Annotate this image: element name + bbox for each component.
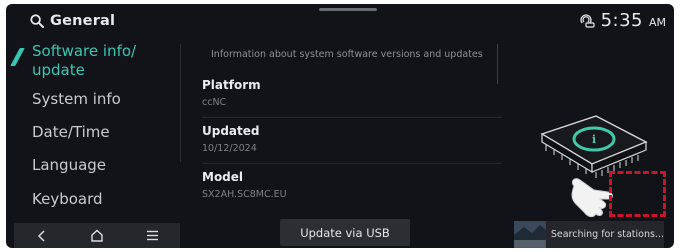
top-drag-handle[interactable] xyxy=(319,8,377,11)
platform-label: Platform xyxy=(202,78,261,92)
clock-time: 5:35 xyxy=(600,10,643,31)
back-icon xyxy=(37,229,45,242)
touch-target-highlight xyxy=(609,171,666,217)
sidebar-item-language[interactable]: Language xyxy=(32,156,106,175)
updated-label: Updated xyxy=(202,124,260,138)
row-divider xyxy=(202,163,502,164)
active-item-marker xyxy=(10,48,25,66)
sidebar-item-label: update xyxy=(32,61,85,79)
row-divider xyxy=(202,117,502,118)
svg-text:i: i xyxy=(592,133,596,146)
info-description: Information about system software versio… xyxy=(211,49,483,60)
model-label: Model xyxy=(202,170,244,184)
page-title: General xyxy=(50,13,116,29)
sidebar-item-software-info[interactable]: Software info/ update xyxy=(32,42,136,80)
header-search[interactable]: General xyxy=(30,13,115,29)
radio-thumbnail xyxy=(514,221,546,248)
radio-status: Searching for stations... xyxy=(550,229,664,240)
menu-button[interactable] xyxy=(137,225,167,247)
sidebar-item-date-time[interactable]: Date/Time xyxy=(32,123,110,142)
platform-value: ccNC xyxy=(202,97,227,108)
sidebar-item-system-info[interactable]: System info xyxy=(32,90,121,109)
home-button[interactable] xyxy=(82,225,112,247)
sidebar-item-label: Software info/ xyxy=(32,42,137,60)
clock-ampm: AM xyxy=(648,16,666,29)
sidebar-item-keyboard[interactable]: Keyboard xyxy=(32,190,103,209)
screen: General 5:35 AM Software info/ update Sy… xyxy=(6,4,674,248)
model-value: SX2AH.SC8MC.EU xyxy=(202,189,287,200)
sidebar-divider xyxy=(180,44,181,162)
menu-icon xyxy=(146,230,158,241)
back-button[interactable] xyxy=(27,225,57,247)
connected-car-icon xyxy=(579,13,595,28)
home-icon xyxy=(91,229,103,242)
update-via-usb-button[interactable]: Update via USB xyxy=(280,219,410,246)
updated-value: 10/12/2024 xyxy=(202,143,257,154)
scrollbar[interactable] xyxy=(497,44,498,84)
status-clock: 5:35 AM xyxy=(579,10,666,31)
radio-widget[interactable]: Searching for stations... xyxy=(514,221,664,248)
search-icon xyxy=(30,14,44,28)
bottom-nav-bar xyxy=(14,223,180,248)
